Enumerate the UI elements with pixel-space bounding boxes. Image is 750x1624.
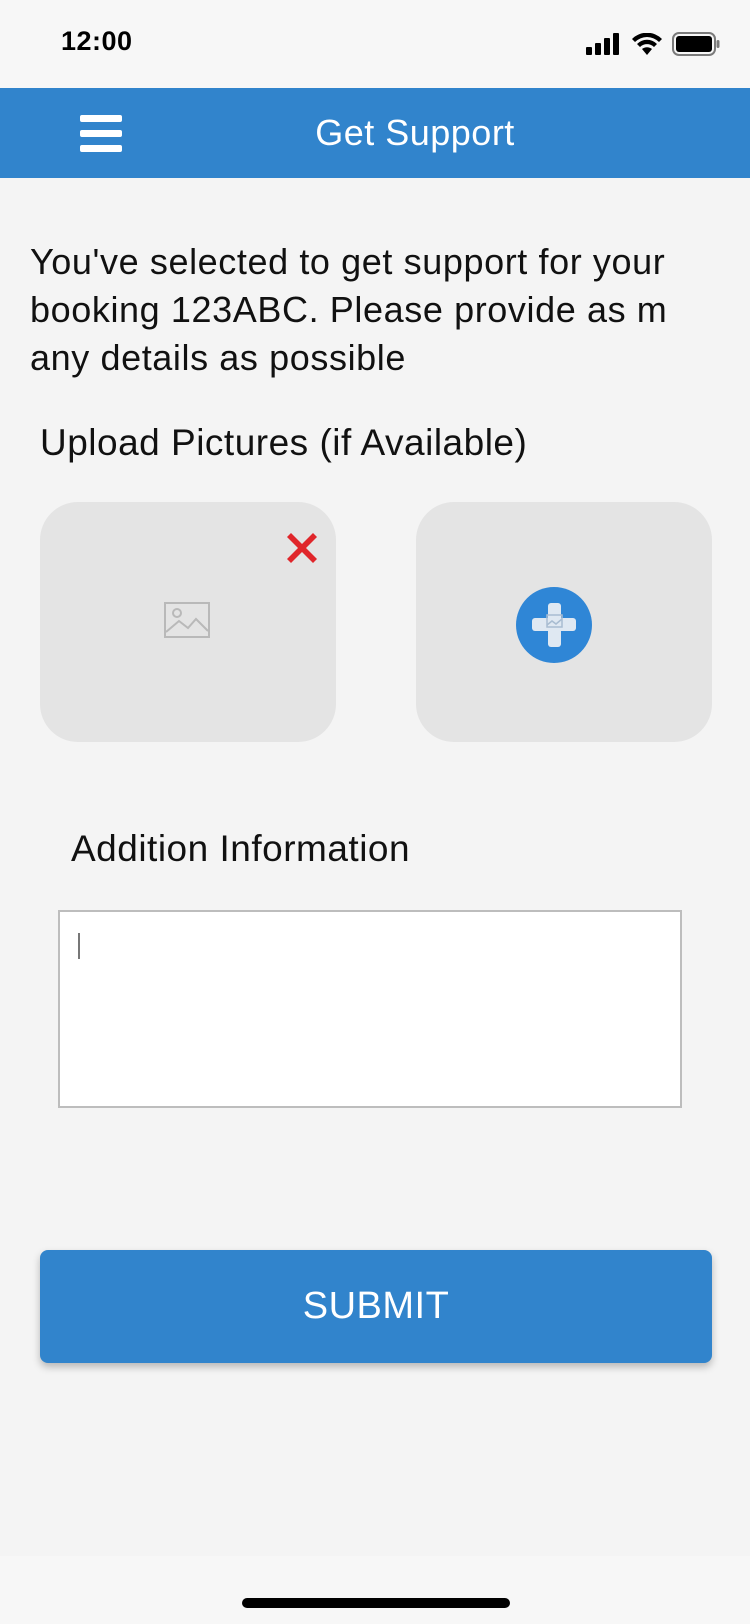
plus-icon bbox=[532, 603, 576, 647]
hamburger-menu-icon[interactable] bbox=[72, 109, 128, 159]
addition-information-heading: Addition Information bbox=[71, 828, 411, 869]
add-picture-button[interactable] bbox=[516, 587, 592, 663]
image-placeholder-icon bbox=[164, 602, 210, 638]
battery-icon bbox=[672, 32, 720, 56]
upload-pictures-heading: Upload Pictures (if Available) bbox=[40, 422, 528, 463]
bottom-bar bbox=[0, 1556, 750, 1624]
uploaded-picture-tile[interactable] bbox=[40, 502, 336, 742]
addition-information-input[interactable] bbox=[58, 910, 682, 1108]
wifi-icon bbox=[632, 33, 662, 55]
text-caret bbox=[78, 933, 80, 959]
submit-button[interactable]: SUBMIT bbox=[40, 1250, 712, 1363]
status-time: 12:00 bbox=[61, 26, 133, 56]
status-bar: 12:00 bbox=[0, 0, 750, 88]
remove-picture-icon[interactable] bbox=[284, 530, 320, 566]
add-picture-tile[interactable] bbox=[416, 502, 712, 742]
intro-text: You've selected to get support for your … bbox=[30, 241, 668, 378]
signal-icon bbox=[586, 33, 619, 55]
status-icons bbox=[586, 30, 720, 58]
home-indicator[interactable] bbox=[242, 1598, 510, 1608]
app-header: Get Support bbox=[0, 88, 750, 178]
